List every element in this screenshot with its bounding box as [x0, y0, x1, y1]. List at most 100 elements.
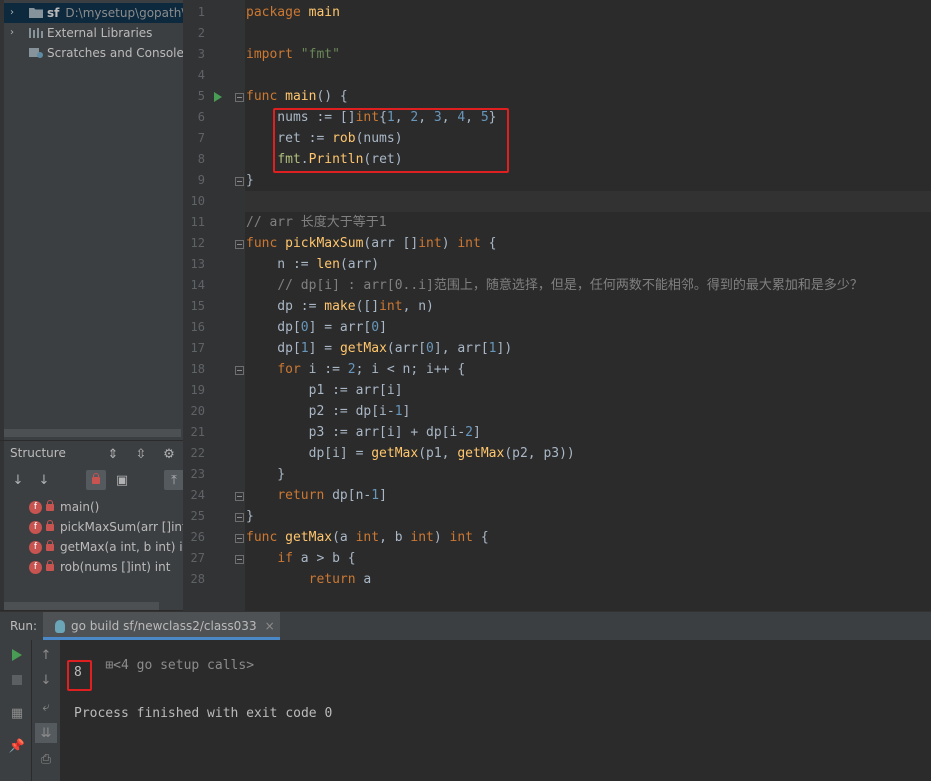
- print-button[interactable]: ⎙: [35, 749, 57, 769]
- pin-tab-button[interactable]: 📌: [6, 736, 28, 756]
- rerun-button[interactable]: [6, 645, 28, 665]
- line-number: 20: [190, 404, 205, 418]
- close-icon[interactable]: ×: [265, 619, 275, 633]
- code-editor[interactable]: 1 2 3 4 5 6 7 8 9 10 11 12 13 14 15 16 17 18 19 20 21 22 23 24 2…: [183, 0, 931, 611]
- chevron-right-icon[interactable]: ›: [10, 3, 20, 23]
- sort-alpha-icon[interactable]: ↓: [8, 470, 28, 490]
- code-line[interactable]: func getMax(a int, b int) int {: [246, 527, 489, 548]
- code-line[interactable]: dp[i] = getMax(p1, getMax(p2, p3)): [246, 443, 575, 464]
- code-line[interactable]: dp := make([]int, n): [246, 296, 434, 317]
- autoscroll-to-source-icon[interactable]: ⤒: [164, 470, 183, 490]
- function-icon: f: [29, 541, 42, 554]
- structure-horizontal-scrollbar[interactable]: [4, 602, 159, 610]
- code-line[interactable]: for i := 2; i < n; i++ {: [246, 359, 465, 380]
- line-number: 14: [190, 278, 205, 292]
- fold-marker-icon[interactable]: [235, 240, 244, 249]
- expand-all-icon[interactable]: ⇕: [103, 444, 123, 464]
- run-tab-title: go build sf/newclass2/class033: [71, 619, 257, 633]
- code-line[interactable]: if a > b {: [246, 548, 355, 569]
- sort-visibility-icon[interactable]: ↓: [34, 470, 54, 490]
- structure-item-pickmaxsum[interactable]: f pickMaxSum(arr []int: [29, 517, 183, 537]
- line-number: 8: [197, 152, 205, 166]
- chevron-right-icon[interactable]: ›: [10, 23, 20, 43]
- code-line[interactable]: package main: [246, 2, 340, 23]
- structure-item-label: main(): [60, 500, 100, 514]
- structure-item-label: pickMaxSum(arr []int: [60, 520, 183, 534]
- code-line[interactable]: return dp[n-1]: [246, 485, 387, 506]
- function-icon: f: [29, 561, 42, 574]
- structure-item-rob[interactable]: f rob(nums []int) int: [29, 557, 170, 577]
- line-number: 2: [197, 26, 205, 40]
- line-number: 22: [190, 446, 205, 460]
- tree-item-external-libraries[interactable]: › External Libraries: [4, 23, 183, 43]
- code-line[interactable]: func pickMaxSum(arr []int) int {: [246, 233, 497, 254]
- fold-marker-icon[interactable]: [235, 513, 244, 522]
- project-tool-window: › sf D:\mysetup\gopath\ › External Librar…: [0, 0, 183, 440]
- line-number: 16: [190, 320, 205, 334]
- printer-icon: ⎙: [40, 751, 52, 767]
- folder-icon: [29, 8, 43, 18]
- play-icon: [12, 649, 22, 661]
- structure-item-getmax[interactable]: f getMax(a int, b int) i: [29, 537, 183, 557]
- code-line[interactable]: dp[0] = arr[0]: [246, 317, 387, 338]
- code-line[interactable]: }: [246, 506, 254, 527]
- fold-marker-icon[interactable]: [235, 177, 244, 186]
- fold-marker-icon[interactable]: [235, 492, 244, 501]
- console-fold-line[interactable]: ⊞<4 go setup calls>: [74, 643, 254, 688]
- stop-button[interactable]: [6, 670, 28, 690]
- tool-window-strip: [0, 441, 4, 610]
- code-line[interactable]: // dp[i] : arr[0..i]范围上，随意选择，但是，任何两数不能相邻…: [246, 275, 863, 296]
- code-line[interactable]: n := len(arr): [246, 254, 379, 275]
- arrow-down-icon: ↓: [40, 672, 52, 688]
- lock-icon: [46, 520, 54, 532]
- scroll-to-end-icon: ⇊: [40, 725, 52, 741]
- lock-icon: [46, 500, 54, 512]
- soft-wrap-icon: ⤶: [42, 699, 50, 715]
- scroll-to-end-button[interactable]: ⇊: [35, 723, 57, 743]
- code-line[interactable]: }: [246, 464, 285, 485]
- fold-marker-icon[interactable]: [235, 93, 244, 102]
- current-line-highlight: [245, 191, 931, 212]
- structure-tool-window: Structure ⇕ ⇳ ⚙ ↓ ↓ ▣ ⤒ ⤓ f main() f pickM…: [0, 440, 183, 610]
- project-horizontal-scrollbar[interactable]: [4, 429, 181, 437]
- collapse-all-icon[interactable]: ⇳: [131, 444, 151, 464]
- console-finish-line: Process finished with exit code 0: [74, 706, 333, 721]
- run-label: Run:: [10, 619, 38, 633]
- show-fields-icon[interactable]: ▣: [112, 470, 132, 490]
- code-line[interactable]: p3 := arr[i] + dp[i-2]: [246, 422, 481, 443]
- line-number: 18: [190, 362, 205, 376]
- fold-marker-icon[interactable]: [235, 534, 244, 543]
- fold-plus-icon[interactable]: ⊞: [105, 658, 113, 673]
- line-number: 6: [197, 110, 205, 124]
- library-icon: [29, 28, 43, 38]
- tree-item-sf[interactable]: › sf D:\mysetup\gopath\: [4, 3, 183, 23]
- code-line[interactable]: // arr 长度大于等于1: [246, 212, 387, 233]
- scroll-down-button[interactable]: ↓: [35, 670, 57, 690]
- line-number: 25: [190, 509, 205, 523]
- fold-marker-icon[interactable]: [235, 555, 244, 564]
- code-line[interactable]: p1 := arr[i]: [246, 380, 403, 401]
- code-line[interactable]: func main() {: [246, 86, 348, 107]
- code-line[interactable]: import "fmt": [246, 44, 340, 65]
- code-line[interactable]: }: [246, 170, 254, 191]
- gear-icon[interactable]: ⚙: [159, 444, 179, 464]
- code-line[interactable]: dp[1] = getMax(arr[0], arr[1]): [246, 338, 512, 359]
- layout-button[interactable]: ▦: [6, 703, 28, 723]
- soft-wrap-button[interactable]: ⤶: [35, 697, 57, 717]
- highlight-annotation-box: [273, 108, 509, 173]
- scroll-up-button[interactable]: ↑: [35, 645, 57, 665]
- run-configuration-tab[interactable]: go build sf/newclass2/class033 ×: [43, 612, 280, 640]
- structure-item-main[interactable]: f main(): [29, 497, 99, 517]
- tree-item-label: External Libraries: [47, 26, 153, 40]
- line-number: 10: [190, 194, 205, 208]
- fold-marker-icon[interactable]: [235, 366, 244, 375]
- function-icon: f: [29, 501, 42, 514]
- tree-item-scratches[interactable]: Scratches and Consoles: [4, 43, 183, 63]
- code-line[interactable]: return a: [246, 569, 372, 590]
- show-private-icon[interactable]: [86, 470, 106, 490]
- line-number: 21: [190, 425, 205, 439]
- line-number: 5: [197, 89, 205, 103]
- line-number: 23: [190, 467, 205, 481]
- code-line[interactable]: p2 := dp[i-1]: [246, 401, 411, 422]
- run-gutter-icon[interactable]: [214, 92, 222, 102]
